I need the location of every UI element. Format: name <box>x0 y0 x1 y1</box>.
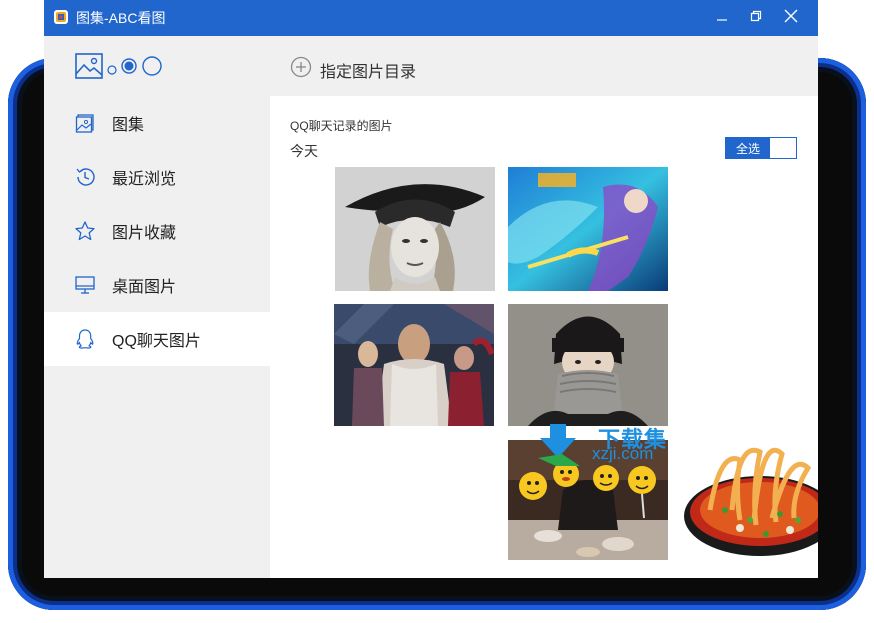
select-all-label: 全选 <box>726 138 770 158</box>
history-icon <box>74 166 96 188</box>
title-bar: 图集-ABC看图 <box>44 0 818 36</box>
sidebar-item-recent[interactable]: 最近浏览 <box>44 150 270 204</box>
thumbnail-turtleneck-person[interactable] <box>508 304 668 426</box>
app-window: 图集-ABC看图 图集 最近浏览 图片收藏 桌面图片 QQ聊天图片 指定图片目录… <box>44 0 818 578</box>
sidebar-item-label: 最近浏览 <box>112 171 177 188</box>
add-directory-button[interactable]: 指定图片目录 <box>290 56 416 83</box>
site-watermark: 下载集 xzji.com <box>536 424 676 466</box>
sidebar-item-gallery[interactable]: 图集 <box>44 96 270 150</box>
thumbnail-game-warrior[interactable] <box>508 167 668 291</box>
watermark-url: xzji.com <box>592 444 654 463</box>
monitor-icon <box>74 274 96 296</box>
restore-icon <box>750 9 762 27</box>
qq-penguin-icon <box>74 328 96 350</box>
window-title: 图集-ABC看图 <box>76 10 166 26</box>
select-all-toggle[interactable]: 全选 <box>725 137 797 159</box>
watermark-arrow-icon <box>536 424 586 471</box>
app-logo-icon <box>54 10 68 24</box>
image-view-icon[interactable] <box>75 53 103 84</box>
minimize-button[interactable] <box>704 0 740 36</box>
gallery-icon <box>74 112 96 134</box>
add-circle-icon <box>290 56 312 83</box>
view-size-toggle <box>44 36 270 96</box>
sidebar: 图集 最近浏览 图片收藏 桌面图片 QQ聊天图片 <box>44 36 270 578</box>
close-button[interactable] <box>773 0 809 36</box>
sidebar-item-favorites[interactable]: 图片收藏 <box>44 204 270 258</box>
date-group-label: 今天 <box>290 143 318 159</box>
sidebar-item-label: 图集 <box>112 117 145 134</box>
close-icon <box>784 9 798 28</box>
image-content-area: QQ聊天记录的图片 今天 全选 <box>270 96 818 578</box>
sidebar-item-label: 桌面图片 <box>112 279 177 296</box>
thumbnail-noodle-bowl[interactable] <box>680 440 818 560</box>
small-size-dot[interactable] <box>107 62 117 80</box>
minimize-icon <box>716 9 728 27</box>
sidebar-item-label: 图片收藏 <box>112 225 177 242</box>
add-directory-label: 指定图片目录 <box>320 63 417 81</box>
star-icon <box>74 220 96 242</box>
content-header: 指定图片目录 <box>270 36 818 96</box>
medium-size-dot[interactable] <box>121 58 137 79</box>
sidebar-item-qq-images[interactable]: QQ聊天图片 <box>44 312 270 366</box>
section-title: QQ聊天记录的图片 <box>290 119 393 133</box>
large-size-circle[interactable] <box>142 56 162 81</box>
restore-button[interactable] <box>738 0 774 36</box>
thumbnail-woman-in-hat[interactable] <box>335 167 495 291</box>
sidebar-item-desktop[interactable]: 桌面图片 <box>44 258 270 312</box>
sidebar-item-label: QQ聊天图片 <box>112 333 201 350</box>
thumbnail-movie-poster[interactable] <box>334 304 494 426</box>
